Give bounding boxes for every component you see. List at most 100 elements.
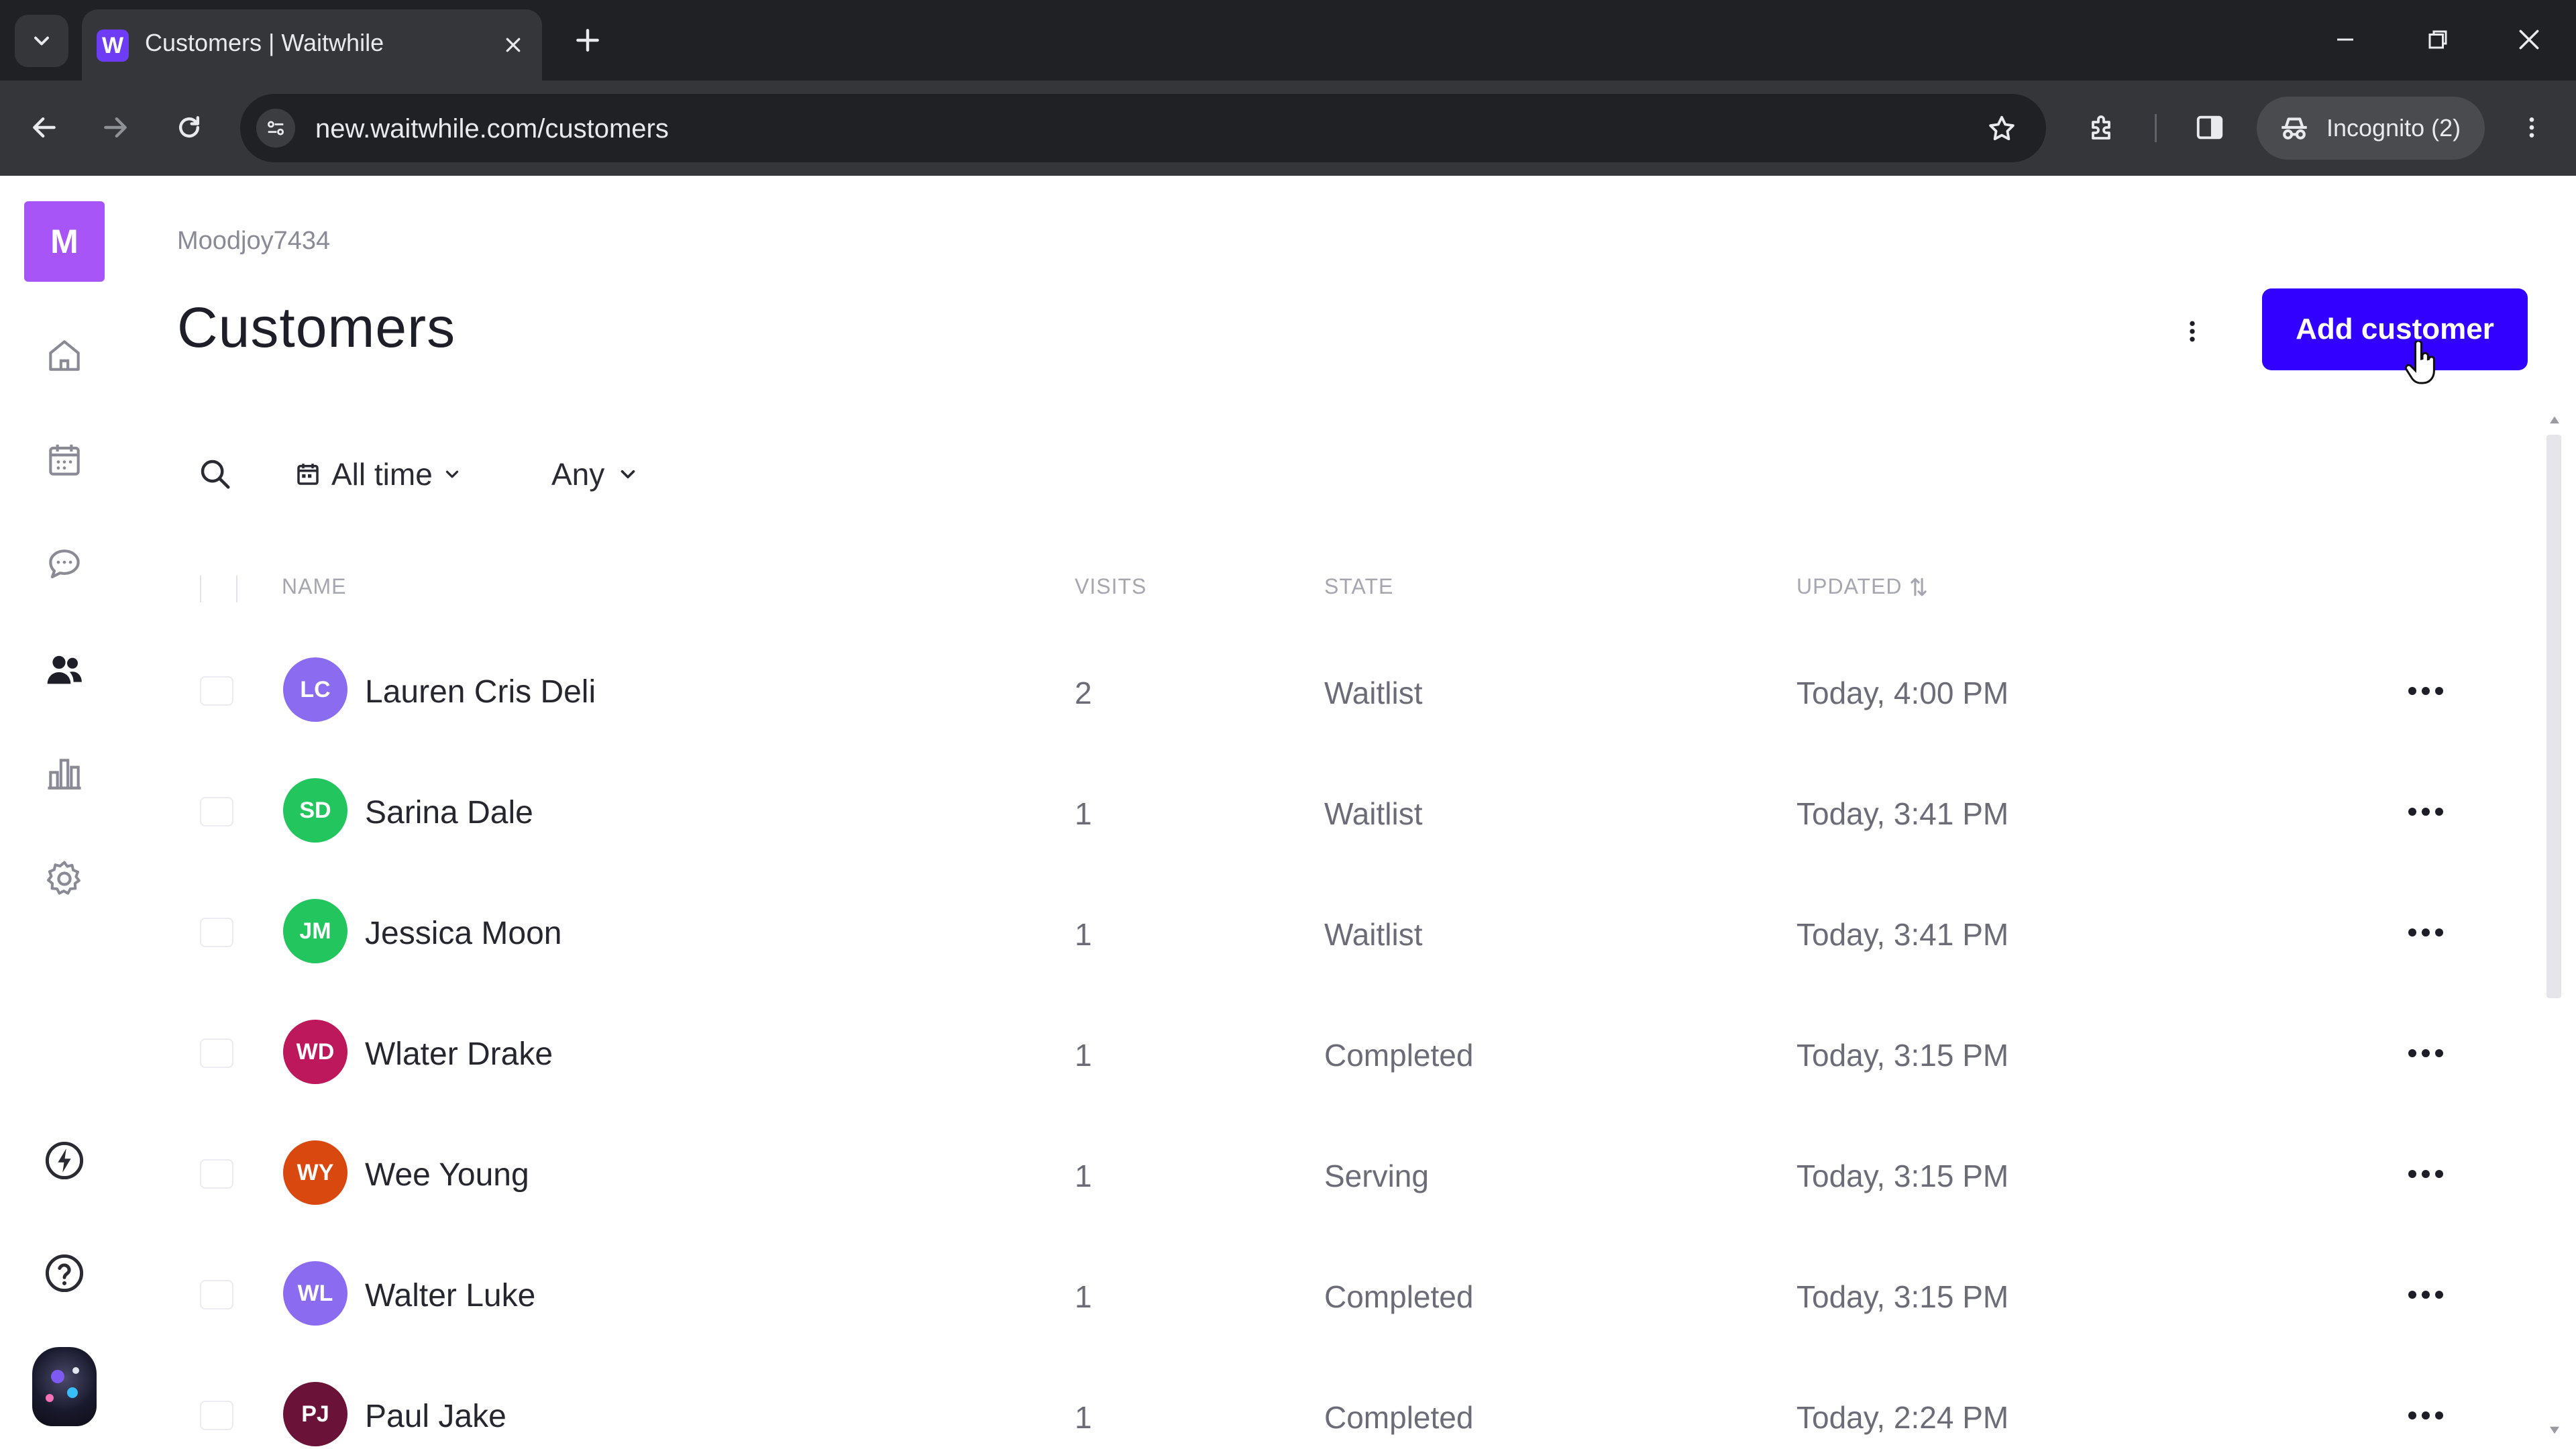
avatar-light-spot: [67, 1387, 78, 1398]
restore-button[interactable]: [2404, 16, 2471, 63]
browser-tab-active[interactable]: W Customers | Waitwhile: [82, 9, 542, 80]
nav-messages[interactable]: [38, 538, 91, 592]
search-button[interactable]: [195, 453, 235, 494]
nav-help[interactable]: [38, 1246, 91, 1300]
column-header-visits[interactable]: VISITS: [1075, 574, 1146, 599]
restore-icon: [2428, 30, 2447, 49]
page-options-button[interactable]: [2165, 305, 2219, 358]
customer-name[interactable]: Wlater Drake: [365, 1036, 553, 1073]
nav-calendar[interactable]: [38, 433, 91, 487]
chat-icon: [49, 549, 80, 579]
row-actions-button[interactable]: [2402, 908, 2450, 957]
star-icon: [1989, 115, 2015, 141]
window-close-button[interactable]: [2496, 16, 2563, 63]
customer-avatar: WD: [283, 1020, 347, 1084]
sort-icon: [1910, 578, 1927, 596]
extensions-button[interactable]: [2076, 101, 2129, 154]
customer-avatar: JM: [283, 899, 347, 963]
row-actions-button[interactable]: [2402, 788, 2450, 836]
state-filter-label: Any: [551, 457, 605, 492]
row-checkbox[interactable]: [200, 918, 233, 947]
nav-settings[interactable]: [38, 852, 91, 906]
row-checkbox[interactable]: [200, 676, 233, 706]
customer-visits: 1: [1075, 796, 1092, 831]
table-row[interactable]: WD Wlater Drake 1 Completed Today, 3:15 PM: [177, 990, 2458, 1111]
tab-close-button[interactable]: [495, 27, 531, 63]
customer-name[interactable]: Lauren Cris Deli: [365, 674, 596, 710]
row-actions-button[interactable]: [2402, 1150, 2450, 1198]
minimize-button[interactable]: [2312, 16, 2379, 63]
calendar-icon: [49, 444, 80, 476]
tab-search-button[interactable]: [15, 15, 68, 67]
incognito-label: Incognito (2): [2326, 114, 2461, 142]
select-all-checkbox[interactable]: [200, 576, 237, 602]
search-icon: [201, 460, 230, 489]
address-bar[interactable]: new.waitwhile.com/customers: [240, 94, 2046, 162]
date-filter-dropdown[interactable]: All time: [294, 451, 462, 498]
minimize-icon: [2337, 38, 2353, 41]
table-row[interactable]: WY Wee Young 1 Serving Today, 3:15 PM: [177, 1111, 2458, 1232]
site-info-button[interactable]: [256, 109, 295, 148]
customer-name[interactable]: Sarina Dale: [365, 794, 533, 831]
workspace-breadcrumb[interactable]: Moodjoy7434: [177, 227, 330, 256]
customer-state: Completed: [1324, 1400, 1474, 1435]
customer-state: Completed: [1324, 1038, 1474, 1073]
nav-whats-new[interactable]: [38, 1134, 91, 1187]
triangle-up-icon: [2550, 416, 2559, 424]
row-checkbox[interactable]: [200, 1038, 233, 1068]
user-avatar[interactable]: [32, 1347, 97, 1426]
avatar-light-spot: [46, 1394, 54, 1402]
row-checkbox[interactable]: [200, 797, 233, 826]
more-horizontal-icon: [2408, 1291, 2443, 1299]
nav-customers[interactable]: [38, 643, 91, 696]
nav-analytics[interactable]: [38, 747, 91, 801]
reload-button[interactable]: [162, 101, 216, 154]
row-actions-button[interactable]: [2402, 1271, 2450, 1319]
browser-menu-button[interactable]: [2505, 101, 2559, 154]
add-customer-button[interactable]: Add customer: [2262, 288, 2528, 370]
customer-name[interactable]: Wee Young: [365, 1157, 529, 1193]
arrow-right-icon: [104, 117, 127, 138]
table-row[interactable]: LC Lauren Cris Deli 2 Waitlist Today, 4:00 P…: [177, 628, 2458, 749]
customer-name[interactable]: Paul Jake: [365, 1398, 506, 1435]
row-checkbox[interactable]: [200, 1401, 233, 1430]
more-horizontal-icon: [2408, 1411, 2443, 1419]
customer-updated: Today, 2:24 PM: [1796, 1400, 2009, 1435]
side-panel-button[interactable]: [2183, 101, 2237, 154]
scrollbar-thumb[interactable]: [2546, 435, 2561, 998]
state-filter-dropdown[interactable]: Any: [551, 451, 639, 498]
new-tab-button[interactable]: [568, 20, 608, 60]
column-header-updated[interactable]: UPDATED: [1796, 574, 1928, 599]
bookmark-button[interactable]: [1982, 109, 2022, 149]
chevron-down-icon: [445, 470, 458, 478]
customer-state: Serving: [1324, 1159, 1429, 1193]
table-row[interactable]: JM Jessica Moon 1 Waitlist Today, 3:41 PM: [177, 869, 2458, 990]
customer-visits: 1: [1075, 1279, 1092, 1314]
column-header-name[interactable]: NAME: [282, 574, 346, 599]
row-actions-button[interactable]: [2402, 1391, 2450, 1440]
back-button[interactable]: [17, 101, 71, 154]
table-row[interactable]: PJ Paul Jake 1 Completed Today, 2:24 PM: [177, 1352, 2458, 1449]
customer-name[interactable]: Jessica Moon: [365, 915, 561, 952]
lightning-icon: [45, 1141, 84, 1180]
customer-updated: Today, 3:15 PM: [1796, 1159, 2009, 1193]
people-icon: [47, 655, 82, 684]
row-checkbox[interactable]: [200, 1280, 233, 1309]
incognito-indicator[interactable]: Incognito (2): [2257, 97, 2485, 160]
customer-name[interactable]: Walter Luke: [365, 1277, 535, 1314]
url-text: new.waitwhile.com/customers: [315, 114, 669, 144]
help-icon: [45, 1254, 84, 1293]
customer-state: Completed: [1324, 1279, 1474, 1314]
table-row[interactable]: SD Sarina Dale 1 Waitlist Today, 3:41 PM: [177, 749, 2458, 869]
table-row[interactable]: WL Walter Luke 1 Completed Today, 3:15 PM: [177, 1232, 2458, 1352]
workspace-logo[interactable]: M: [24, 201, 105, 282]
row-checkbox[interactable]: [200, 1159, 233, 1189]
nav-home[interactable]: [38, 329, 91, 382]
scroll-down-button[interactable]: [2546, 1422, 2563, 1438]
column-header-state[interactable]: STATE: [1324, 574, 1393, 599]
customer-visits: 1: [1075, 1159, 1092, 1193]
scroll-up-button[interactable]: [2546, 412, 2563, 428]
row-actions-button[interactable]: [2402, 667, 2450, 715]
row-actions-button[interactable]: [2402, 1029, 2450, 1077]
forward-button[interactable]: [89, 101, 142, 154]
